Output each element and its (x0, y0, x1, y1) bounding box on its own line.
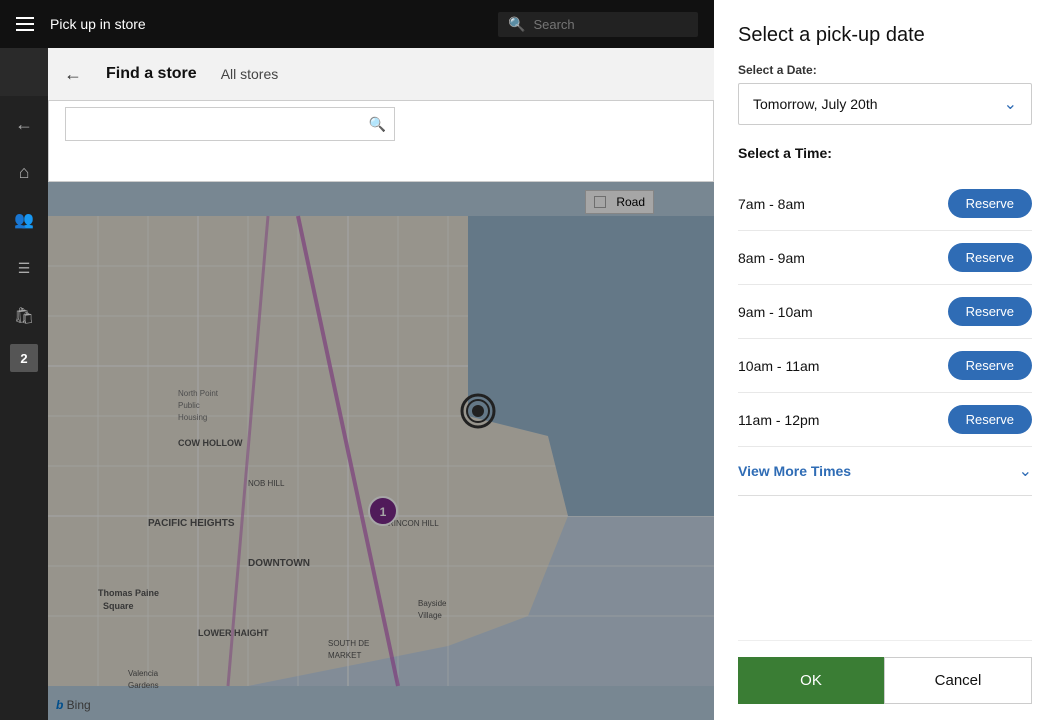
reserve-btn-slot-4[interactable]: Reserve (948, 351, 1032, 380)
time-slot-slot-2: 8am - 9am Reserve (738, 231, 1032, 285)
all-stores-link[interactable]: All stores (221, 66, 279, 82)
right-panel: Select a pick-up date Select a Date: Tom… (714, 0, 1056, 720)
time-slot-label-slot-2: 8am - 9am (738, 250, 805, 266)
top-bar: Pick up in store 🔍 (0, 0, 714, 48)
panel-title: Select a pick-up date (738, 24, 1032, 47)
map-dim-overlay (48, 182, 714, 720)
time-slot-slot-4: 10am - 11am Reserve (738, 339, 1032, 393)
time-slot-label-slot-1: 7am - 8am (738, 196, 805, 212)
date-label: Select a Date: (738, 63, 1032, 77)
reserve-btn-slot-5[interactable]: Reserve (948, 405, 1032, 434)
store-search-input-wrap: 🔍 (65, 107, 395, 141)
reserve-btn-slot-2[interactable]: Reserve (948, 243, 1032, 272)
date-select-dropdown[interactable]: Tomorrow, July 20th ⌄ (738, 83, 1032, 125)
reserve-btn-slot-1[interactable]: Reserve (948, 189, 1032, 218)
view-more-chevron-icon: ⌄ (1019, 461, 1032, 481)
store-search-bar: 🔍 (48, 100, 714, 182)
sidebar-item-badge[interactable]: 2 (10, 344, 38, 372)
view-more-row[interactable]: View More Times ⌄ (738, 447, 1032, 496)
store-search-input[interactable] (74, 117, 369, 132)
sidebar-item-back[interactable]: ← (4, 104, 44, 144)
time-slots-list: 7am - 8amReserve8am - 9amReserve9am - 10… (738, 177, 1032, 447)
sidebar-item-menu[interactable]: ☰ (4, 248, 44, 288)
time-slot-slot-3: 9am - 10am Reserve (738, 285, 1032, 339)
search-icon-top: 🔍 (508, 16, 525, 33)
time-label: Select a Time: (738, 145, 1032, 161)
time-slot-slot-1: 7am - 8am Reserve (738, 177, 1032, 231)
find-store-back-btn[interactable]: ← (64, 64, 82, 85)
date-select-value: Tomorrow, July 20th (753, 96, 878, 112)
map-container: COW HOLLOW PACIFIC HEIGHTS DOWNTOWN Nort… (48, 182, 714, 720)
ok-button[interactable]: OK (738, 657, 884, 704)
reserve-btn-slot-3[interactable]: Reserve (948, 297, 1032, 326)
sidebar: ← ⌂ 👥 ☰ 🛍 2 (0, 96, 48, 720)
bottom-buttons: OK Cancel (738, 640, 1032, 720)
find-store-bar: ← Find a store All stores (48, 48, 714, 100)
sidebar-item-bag[interactable]: 🛍 (4, 296, 44, 336)
find-store-title: Find a store (106, 65, 197, 83)
date-chevron-down-icon: ⌄ (1004, 94, 1017, 114)
cancel-button[interactable]: Cancel (884, 657, 1032, 704)
time-slot-label-slot-3: 9am - 10am (738, 304, 813, 320)
search-bar-top: 🔍 (498, 12, 698, 37)
sidebar-item-users[interactable]: 👥 (4, 200, 44, 240)
topbar-title: Pick up in store (50, 16, 482, 32)
search-input-top[interactable] (533, 17, 683, 32)
hamburger-icon[interactable] (16, 17, 34, 31)
time-slot-label-slot-5: 11am - 12pm (738, 412, 819, 428)
content-area: ← Find a store All stores 🔍 (48, 48, 714, 720)
time-slot-label-slot-4: 10am - 11am (738, 358, 819, 374)
view-more-label: View More Times (738, 463, 851, 479)
store-search-icon: 🔍 (369, 116, 386, 133)
sidebar-item-home[interactable]: ⌂ (4, 152, 44, 192)
time-slot-slot-5: 11am - 12pm Reserve (738, 393, 1032, 447)
left-panel: Pick up in store 🔍 ← ⌂ 👥 ☰ 🛍 2 ← Find a … (0, 0, 714, 720)
